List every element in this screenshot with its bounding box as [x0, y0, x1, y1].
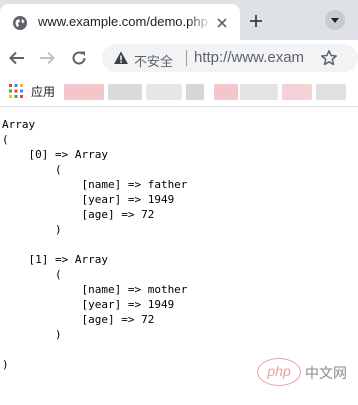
site-watermark: php 中文网 — [257, 358, 357, 388]
browser-toolbar: 不安全 http://www.example.com/demo.php — [0, 40, 358, 76]
bookmark-item-blurred[interactable] — [282, 84, 312, 100]
output-line: ( — [2, 133, 9, 146]
output-line: ( — [2, 163, 62, 176]
tab-title: www.example.com/demo.php — [38, 14, 208, 29]
tab-strip: www.example.com/demo.php — [0, 0, 358, 40]
tab-search-button[interactable] — [325, 10, 345, 30]
tab-title-fade — [188, 10, 212, 36]
star-icon[interactable] — [320, 49, 338, 67]
output-line: ( — [2, 268, 62, 281]
watermark-site-text: 中文网 — [305, 365, 347, 381]
output-line: [year] => 1949 — [2, 298, 175, 311]
bookmark-item-blurred[interactable] — [108, 84, 142, 100]
output-line: [age] => 72 — [2, 313, 155, 326]
bookmark-item-blurred[interactable] — [186, 84, 204, 100]
warning-icon[interactable] — [113, 50, 129, 66]
globe-icon — [13, 16, 27, 30]
output-line: ) — [2, 328, 62, 341]
chevron-down-icon — [331, 18, 339, 23]
bookmark-item-blurred[interactable] — [316, 84, 346, 100]
output-line: [year] => 1949 — [2, 193, 175, 206]
address-bar[interactable]: 不安全 http://www.example.com/demo.php — [102, 44, 358, 72]
output-line: [age] => 72 — [2, 208, 155, 221]
bookmark-item-blurred[interactable] — [64, 84, 104, 100]
close-icon[interactable] — [216, 17, 228, 29]
arrow-right-icon[interactable] — [38, 49, 56, 67]
apps-shortcut-label[interactable]: 应用 — [31, 83, 55, 100]
output-line: ) — [2, 223, 62, 236]
print-r-output: Array ( [0] => Array ( [name] => father [… — [2, 117, 187, 372]
output-line: ) — [2, 358, 9, 371]
plus-icon[interactable] — [249, 14, 263, 28]
url-text[interactable]: http://www.example.com/demo.php — [194, 49, 304, 67]
arrow-left-icon[interactable] — [8, 49, 26, 67]
bookmarks-bar: 应用 — [0, 76, 358, 107]
security-label[interactable]: 不安全 — [134, 51, 173, 70]
output-line: [1] => Array — [2, 253, 108, 266]
bookmark-item-blurred[interactable] — [214, 84, 238, 100]
omnibox-divider — [186, 50, 187, 66]
output-line: [0] => Array — [2, 148, 108, 161]
bookmark-item-blurred[interactable] — [240, 84, 278, 100]
output-line: [name] => mother — [2, 283, 188, 296]
apps-grid-icon[interactable] — [9, 84, 23, 98]
output-line: [name] => father — [2, 178, 188, 191]
php-logo-text: php — [267, 363, 291, 379]
bookmark-item-blurred[interactable] — [146, 84, 182, 100]
output-line: Array — [2, 118, 36, 131]
reload-icon[interactable] — [70, 49, 88, 67]
active-tab[interactable]: www.example.com/demo.php — [0, 4, 240, 40]
